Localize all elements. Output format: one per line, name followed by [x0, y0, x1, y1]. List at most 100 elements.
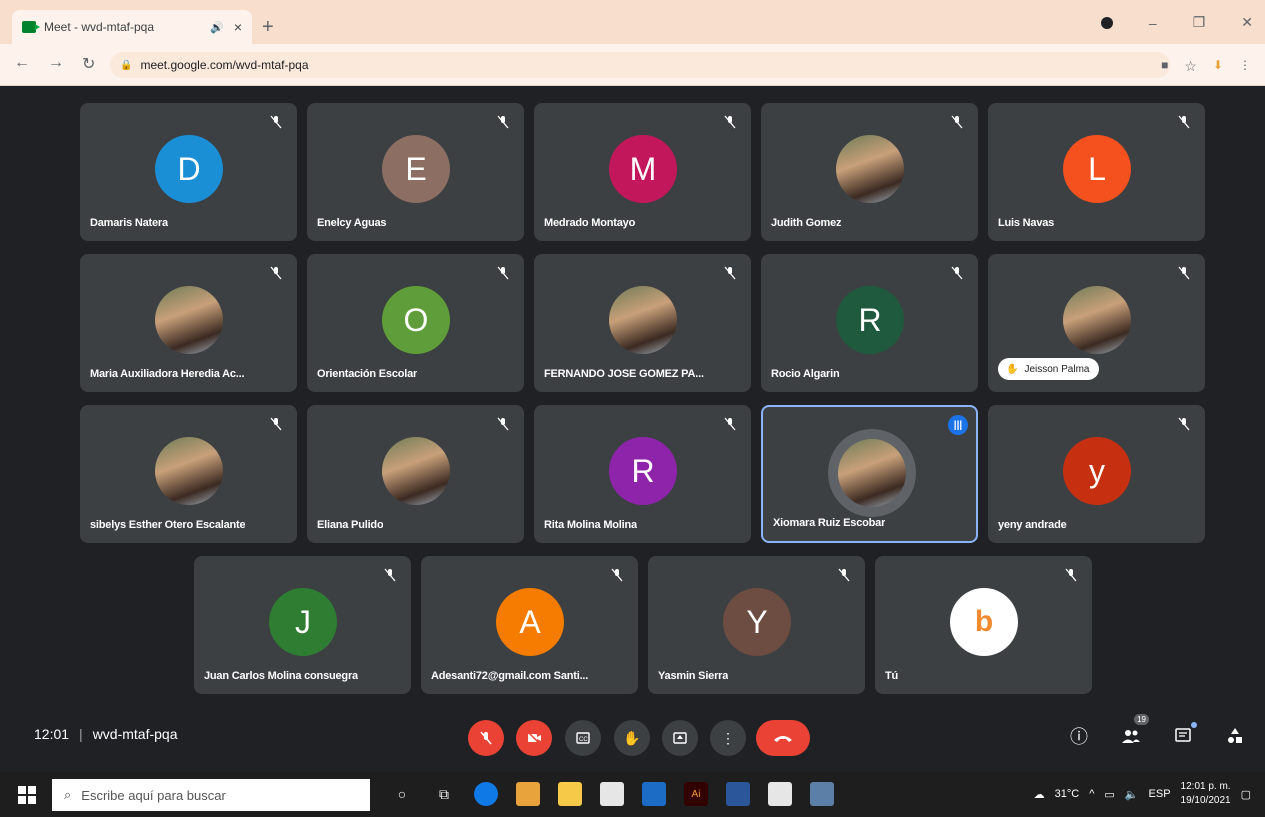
participant-avatar: R	[609, 437, 677, 505]
url-field[interactable]: 🔒 meet.google.com/wvd-mtaf-pqa	[110, 52, 1170, 78]
participant-tile[interactable]: J Juan Carlos Molina consuegra	[194, 556, 411, 694]
participant-avatar: b	[950, 588, 1018, 656]
mic-off-icon	[480, 731, 492, 745]
chat-icon[interactable]	[1171, 722, 1197, 748]
extension-icon[interactable]: ⬇	[1213, 58, 1223, 75]
close-icon[interactable]: ✕	[1241, 14, 1253, 31]
activities-icon[interactable]	[1223, 724, 1247, 748]
raise-hand-button[interactable]: ✋	[614, 720, 650, 756]
participant-tile[interactable]: b Tú	[875, 556, 1092, 694]
minimize-icon[interactable]: –	[1149, 15, 1157, 31]
participant-tile[interactable]: L Luis Navas	[988, 103, 1205, 241]
present-button[interactable]	[662, 720, 698, 756]
muted-mic-icon	[951, 266, 963, 280]
show-hidden-icons-icon[interactable]: ^	[1089, 788, 1094, 800]
notifications-icon[interactable]: ▢	[1241, 788, 1251, 801]
toolbar-extensions: ■ ☆ ⬇ ⋮	[1161, 58, 1251, 75]
network-icon[interactable]: ▭	[1104, 788, 1114, 801]
present-icon	[673, 732, 687, 744]
muted-mic-icon	[724, 115, 736, 129]
participant-photo	[382, 437, 450, 505]
participant-name: Jeisson Palma	[1024, 363, 1090, 375]
calculator-icon[interactable]	[768, 782, 792, 806]
participant-tile[interactable]: E Enelcy Aguas	[307, 103, 524, 241]
cortana-icon[interactable]: ○	[390, 782, 414, 806]
new-tab-button[interactable]: +	[262, 16, 274, 39]
volume-icon[interactable]: 🔈	[1125, 788, 1139, 801]
participant-tile[interactable]: sibelys Esther Otero Escalante	[80, 405, 297, 543]
participant-tile[interactable]: Y Yasmin Sierra	[648, 556, 865, 694]
menu-icon[interactable]: ⋮	[1239, 58, 1251, 75]
participant-name: Eliana Pulido	[317, 519, 384, 531]
tab-title: Meet - wvd-mtaf-pqa	[44, 20, 155, 34]
participant-avatar: D	[155, 135, 223, 203]
participant-tile[interactable]: ✋ Jeisson Palma	[988, 254, 1205, 392]
participant-photo	[1063, 286, 1131, 354]
speaker-icon[interactable]: 🔊	[210, 21, 224, 34]
more-options-button[interactable]: ⋮	[710, 720, 746, 756]
participant-tile[interactable]: FERNANDO JOSE GOMEZ PA...	[534, 254, 751, 392]
chrome-icon[interactable]	[516, 782, 540, 806]
browser-tab[interactable]: Meet - wvd-mtaf-pqa 🔊 ×	[12, 10, 252, 44]
mail-icon[interactable]	[642, 782, 666, 806]
participants-icon[interactable]: 19	[1119, 714, 1149, 748]
bookmark-star-icon[interactable]: ☆	[1184, 58, 1197, 75]
participant-tile[interactable]: y yeny andrade	[988, 405, 1205, 543]
muted-mic-icon	[384, 568, 396, 582]
participant-tile[interactable]: ||| Xiomara Ruiz Escobar	[761, 405, 978, 543]
svg-text:CC: CC	[579, 737, 588, 743]
muted-mic-icon	[1178, 115, 1190, 129]
store-icon[interactable]	[600, 782, 624, 806]
avatar-initial: L	[1088, 150, 1106, 187]
camera-off-icon	[527, 731, 541, 745]
participant-avatar: A	[496, 588, 564, 656]
muted-mic-icon	[497, 115, 509, 129]
app-icon[interactable]	[810, 782, 834, 806]
participant-tile[interactable]: A Adesanti72@gmail.com Santi...	[421, 556, 638, 694]
participant-tile[interactable]: D Damaris Natera	[80, 103, 297, 241]
task-view-icon[interactable]: ⧉	[432, 782, 456, 806]
participant-tile[interactable]: O Orientación Escolar	[307, 254, 524, 392]
reload-icon[interactable]: ↻	[82, 54, 95, 74]
participant-tile[interactable]: M Medrado Montayo	[534, 103, 751, 241]
close-tab-icon[interactable]: ×	[234, 19, 242, 35]
participant-tile[interactable]: Eliana Pulido	[307, 405, 524, 543]
participant-tile[interactable]: Judith Gomez	[761, 103, 978, 241]
participant-name: Medrado Montayo	[544, 217, 636, 229]
muted-mic-icon	[270, 417, 282, 431]
edge-icon[interactable]	[474, 782, 498, 806]
meeting-details-icon[interactable]: ⓘ	[1067, 724, 1091, 748]
captions-button[interactable]: CC	[565, 720, 601, 756]
participant-tile[interactable]: Maria Auxiliadora Heredia Ac...	[80, 254, 297, 392]
participant-tile[interactable]: R Rocio Algarin	[761, 254, 978, 392]
restore-icon[interactable]: ❐	[1193, 14, 1206, 31]
weather-icon[interactable]: ☁	[1034, 788, 1045, 801]
word-icon[interactable]	[726, 782, 750, 806]
forward-icon[interactable]: →	[48, 54, 64, 74]
muted-mic-icon	[1065, 568, 1077, 582]
participant-name: Judith Gomez	[771, 217, 842, 229]
windows-start-icon[interactable]	[18, 786, 36, 804]
participant-tile[interactable]: R Rita Molina Molina	[534, 405, 751, 543]
back-icon[interactable]: ←	[14, 54, 30, 74]
illustrator-icon[interactable]: Ai	[684, 782, 708, 806]
people-icon	[1122, 730, 1140, 743]
hang-up-button[interactable]	[756, 720, 810, 756]
participant-avatar: O	[382, 286, 450, 354]
language-indicator[interactable]: ESP	[1149, 788, 1171, 800]
taskbar-clock[interactable]: 12:01 p. m. 19/10/2021	[1181, 780, 1231, 808]
divider: |	[79, 726, 83, 742]
avatar-initial: E	[405, 150, 427, 187]
muted-mic-icon	[1178, 266, 1190, 280]
weather-temp[interactable]: 31°C	[1055, 788, 1080, 800]
record-icon[interactable]	[1100, 16, 1113, 29]
chat-notification-dot	[1191, 722, 1197, 728]
file-explorer-icon[interactable]	[558, 782, 582, 806]
camera-off-button[interactable]	[516, 720, 552, 756]
muted-mic-icon	[838, 568, 850, 582]
taskbar-search-input[interactable]: ⌕ Escribe aquí para buscar	[52, 779, 370, 811]
mic-off-button[interactable]	[468, 720, 504, 756]
participant-avatar: M	[609, 135, 677, 203]
muted-mic-icon	[724, 417, 736, 431]
camera-indicator-icon[interactable]: ■	[1161, 58, 1168, 75]
